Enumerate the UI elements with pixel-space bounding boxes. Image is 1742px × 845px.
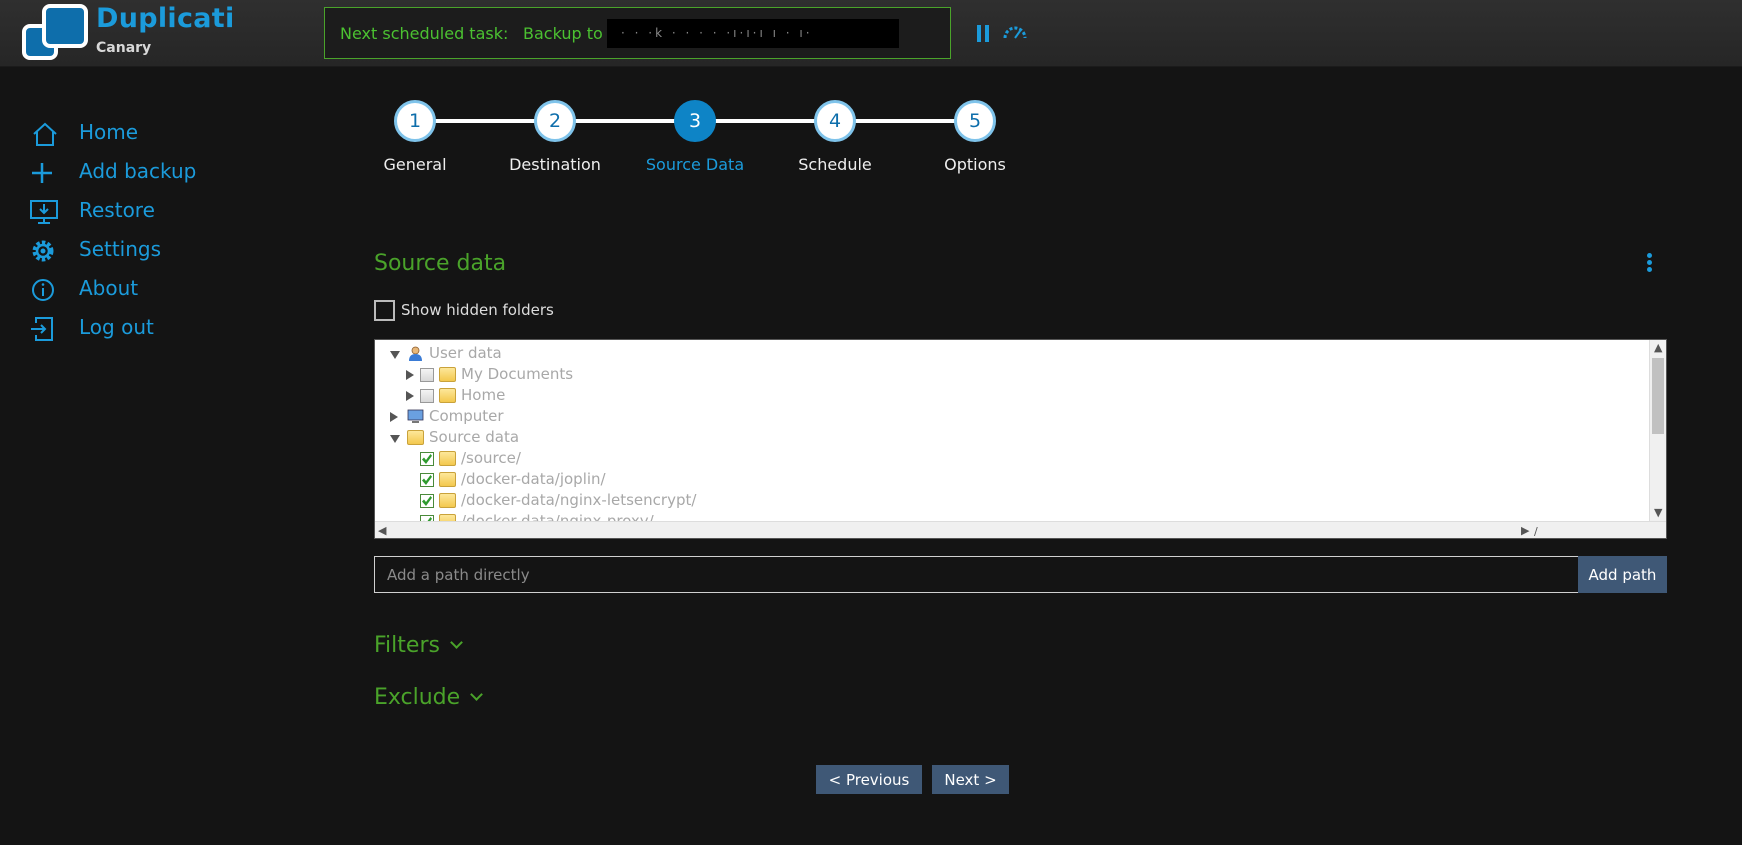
nav-settings[interactable]: Settings xyxy=(30,235,290,265)
add-path-input[interactable] xyxy=(374,556,1579,593)
info-icon xyxy=(32,279,54,301)
nav-restore[interactable]: Restore xyxy=(30,196,290,226)
source-folder-tree[interactable]: User data My Documents Home Computer Sou… xyxy=(374,339,1667,539)
exclude-toggle[interactable]: Exclude xyxy=(374,685,484,710)
scroll-right-icon[interactable]: ▶ xyxy=(1521,524,1529,537)
tree-checkbox-checked[interactable] xyxy=(420,494,434,508)
pause-icon[interactable] xyxy=(977,25,991,42)
expand-toggle-icon[interactable] xyxy=(406,370,414,380)
tree-vertical-scrollbar[interactable]: ▲ ▼ xyxy=(1649,340,1666,522)
scroll-up-icon[interactable]: ▲ xyxy=(1654,341,1662,354)
previous-button[interactable]: < Previous xyxy=(816,765,922,794)
source-data-title: Source data xyxy=(374,251,507,276)
filters-label: Filters xyxy=(374,633,440,658)
folder-icon xyxy=(439,472,456,487)
redacted-backup-name: · · ·k · · · · ·ı·ı·ı ı · ı· xyxy=(607,19,899,48)
user-icon xyxy=(409,346,422,361)
more-options-icon[interactable] xyxy=(1647,253,1653,273)
throttle-icon[interactable] xyxy=(1002,24,1028,40)
step-destination: 2 Destination xyxy=(504,95,604,185)
exclude-label: Exclude xyxy=(374,685,461,710)
scroll-left-icon[interactable]: ◀ xyxy=(378,524,386,537)
nav-home[interactable]: Home xyxy=(30,118,290,148)
step-4-label[interactable]: Schedule xyxy=(764,155,906,174)
add-path-button[interactable]: Add path xyxy=(1578,556,1667,593)
nav-home-label: Home xyxy=(79,120,139,144)
show-hidden-folders-checkbox[interactable] xyxy=(374,300,395,321)
tree-checkbox-checked[interactable] xyxy=(420,473,434,487)
folder-icon xyxy=(439,451,456,466)
nav-restore-label: Restore xyxy=(79,198,155,222)
step-schedule: 4 Schedule xyxy=(784,95,884,185)
nav-add-backup-label: Add backup xyxy=(79,159,197,183)
nav-logout-label: Log out xyxy=(79,315,154,339)
tree-checkbox[interactable] xyxy=(420,389,434,403)
folder-icon xyxy=(439,493,456,508)
resize-handle-icon[interactable]: ∕ xyxy=(1534,525,1538,538)
chevron-down-icon xyxy=(470,688,484,701)
step-general: 1 General xyxy=(364,95,464,185)
next-task-banner[interactable]: Next scheduled task: Backup to · · ·k · … xyxy=(324,7,951,59)
nav-about[interactable]: About xyxy=(30,274,290,304)
step-5-circle[interactable]: 5 xyxy=(954,100,996,142)
filters-toggle[interactable]: Filters xyxy=(374,633,463,658)
step-options: 5 Options xyxy=(924,95,1024,185)
computer-icon xyxy=(407,409,424,423)
chevron-down-icon xyxy=(450,636,463,649)
tree-horizontal-scrollbar[interactable]: ◀ ▶ ∕ xyxy=(375,521,1666,538)
gear-icon xyxy=(32,240,54,262)
brand-edition: Canary xyxy=(96,40,152,56)
home-icon xyxy=(33,122,57,146)
next-task-label: Next scheduled task: xyxy=(340,24,509,43)
next-task-value: Backup to xyxy=(523,24,603,43)
scroll-down-icon[interactable]: ▼ xyxy=(1654,506,1662,519)
wizard-stepper: 1 General 2 Destination 3 Source Data 4 … xyxy=(364,95,1006,185)
nav-logout[interactable]: Log out xyxy=(30,313,290,343)
show-hidden-folders-label[interactable]: Show hidden folders xyxy=(401,301,554,319)
step-1-circle[interactable]: 1 xyxy=(394,100,436,142)
next-button[interactable]: Next > xyxy=(932,765,1009,794)
restore-icon xyxy=(30,200,58,224)
logout-icon xyxy=(31,317,53,341)
step-2-circle[interactable]: 2 xyxy=(534,100,576,142)
step-2-label[interactable]: Destination xyxy=(484,155,626,174)
step-3-label[interactable]: Source Data xyxy=(624,155,766,174)
tree-checkbox-checked[interactable] xyxy=(420,452,434,466)
folder-icon xyxy=(407,430,424,445)
nav-about-label: About xyxy=(79,276,139,300)
brand-name[interactable]: Duplicati xyxy=(96,3,235,34)
folder-user-icon xyxy=(439,367,456,382)
collapse-toggle-icon[interactable] xyxy=(390,435,400,443)
nav-settings-label: Settings xyxy=(79,237,162,261)
nav-add-backup[interactable]: Add backup xyxy=(30,157,290,187)
step-3-circle[interactable]: 3 xyxy=(674,100,716,142)
scrollbar-thumb[interactable] xyxy=(1652,358,1664,434)
step-1-label[interactable]: General xyxy=(344,155,486,174)
folder-user-icon xyxy=(439,388,456,403)
top-header: Duplicati Canary Next scheduled task: Ba… xyxy=(0,0,1742,67)
step-5-label[interactable]: Options xyxy=(904,155,1046,174)
step-4-circle[interactable]: 4 xyxy=(814,100,856,142)
expand-toggle-icon[interactable] xyxy=(406,391,414,401)
step-source-data: 3 Source Data xyxy=(644,95,744,185)
plus-icon xyxy=(32,163,52,183)
collapse-toggle-icon[interactable] xyxy=(390,351,400,359)
tree-checkbox[interactable] xyxy=(420,368,434,382)
duplicati-logo-icon[interactable] xyxy=(22,4,90,62)
expand-toggle-icon[interactable] xyxy=(390,412,398,422)
